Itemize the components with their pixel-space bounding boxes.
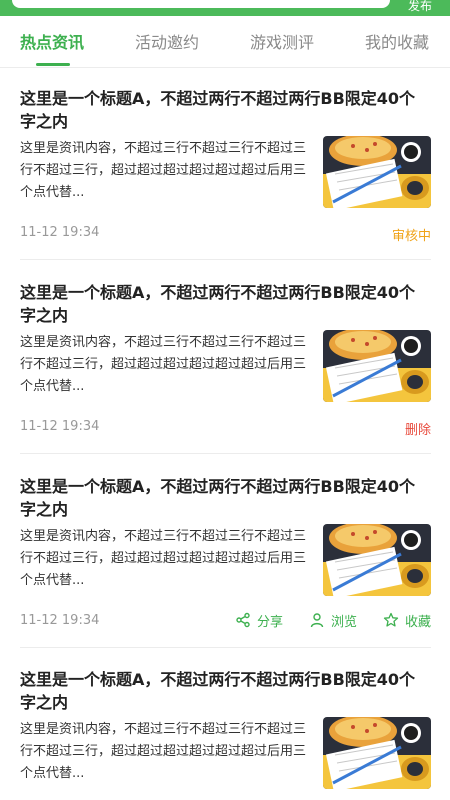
news-card[interactable]: 这里是一个标题A，不超过两行不超过两行BB限定40个字之内 这里是资讯内容，不超… (20, 475, 431, 648)
card-thumbnail (323, 524, 431, 596)
share-button[interactable]: 分享 (235, 611, 283, 630)
favorite-button[interactable]: 收藏 (383, 611, 431, 630)
favorite-label: 收藏 (404, 614, 431, 630)
card-body: 这里是资讯内容，不超过三行不超过三行不超过三行不超过三行，超过超过超过超过超过超… (20, 141, 307, 200)
status-pending: 审核中 (391, 229, 431, 244)
card-title: 这里是一个标题A，不超过两行不超过两行BB限定40个字之内 (20, 89, 416, 131)
card-body: 这里是资讯内容，不超过三行不超过三行不超过三行不超过三行，超过超过超过超过超过超… (20, 335, 307, 394)
card-time: 11-12 19:34 (20, 613, 100, 628)
search-input[interactable] (12, 0, 390, 8)
card-body: 这里是资讯内容，不超过三行不超过三行不超过三行不超过三行，超过超过超过超过超过超… (20, 722, 307, 781)
divider (20, 453, 431, 454)
card-time: 11-12 19:34 (20, 225, 100, 240)
card-title: 这里是一个标题A，不超过两行不超过两行BB限定40个字之内 (20, 477, 416, 519)
active-tab-indicator (36, 63, 70, 66)
card-time: 11-12 19:34 (20, 419, 100, 434)
top-bar: 发布 (0, 0, 450, 16)
delete-button[interactable]: 删除 (405, 419, 431, 438)
card-thumbnail (323, 717, 431, 789)
share-label: 分享 (256, 614, 283, 630)
tab-game-reviews[interactable]: 游戏测评 (250, 32, 314, 54)
news-card[interactable]: 这里是一个标题A，不超过两行不超过两行BB限定40个字之内 这里是资讯内容，不超… (20, 87, 431, 260)
news-card[interactable]: 这里是一个标题A，不超过两行不超过两行BB限定40个字之内 这里是资讯内容，不超… (20, 281, 431, 454)
tab-my-favorites[interactable]: 我的收藏 (365, 32, 429, 54)
divider (20, 259, 431, 260)
browse-button[interactable]: 浏览 (309, 611, 357, 630)
person-icon (310, 613, 324, 628)
browse-label: 浏览 (330, 614, 357, 630)
card-title: 这里是一个标题A，不超过两行不超过两行BB限定40个字之内 (20, 283, 416, 325)
card-body: 这里是资讯内容，不超过三行不超过三行不超过三行不超过三行，超过超过超过超过超过超… (20, 529, 307, 588)
tab-hot-news[interactable]: 热点资讯 (20, 32, 84, 54)
card-title: 这里是一个标题A，不超过两行不超过两行BB限定40个字之内 (20, 670, 416, 712)
share-icon (236, 612, 250, 628)
card-actions: 分享 浏览 收藏 (209, 610, 431, 630)
star-icon (383, 612, 399, 627)
card-thumbnail (323, 136, 431, 208)
divider (20, 647, 431, 648)
tab-bar: 热点资讯 活动邀约 游戏测评 我的收藏 (0, 24, 450, 68)
card-thumbnail (323, 330, 431, 402)
tab-activity-invites[interactable]: 活动邀约 (135, 32, 199, 54)
news-card[interactable]: 这里是一个标题A，不超过两行不超过两行BB限定40个字之内 这里是资讯内容，不超… (20, 668, 431, 714)
publish-button[interactable]: 发布 (408, 0, 432, 12)
